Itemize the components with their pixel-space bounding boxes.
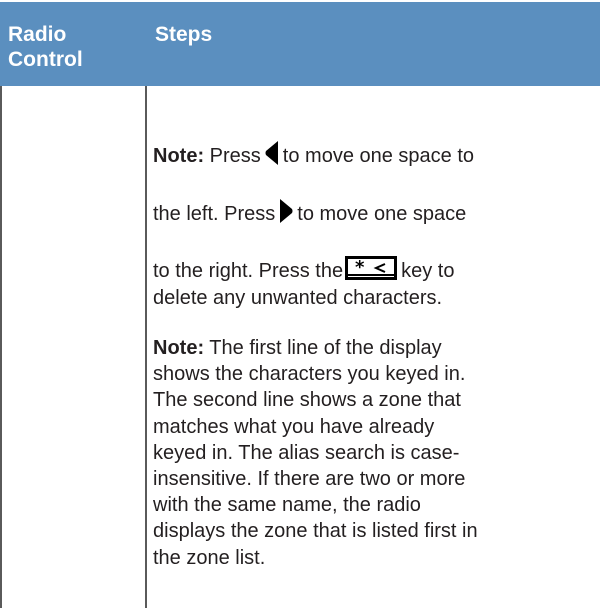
note2-line8: displays the zone that is listed first i… xyxy=(153,520,478,543)
note2-label: Note: xyxy=(153,337,205,359)
note1-text-left-press: the left. Press xyxy=(153,203,276,225)
note2-line5: keyed in. The alias search is case- xyxy=(153,441,460,464)
star-backspace-key-icon: * xyxy=(345,256,398,287)
column-divider xyxy=(145,86,147,608)
note2-line2: shows the characters you keyed in. xyxy=(153,363,466,386)
note1-line1: Note: Press to move one space to xyxy=(153,140,474,173)
note2-line1: Note: The first line of the display xyxy=(153,335,593,361)
left-arrow-icon xyxy=(265,140,279,173)
note2-line9: the zone list. xyxy=(153,546,266,569)
note2-line7: with the same name, the radio xyxy=(153,494,421,517)
table-header-row: Radio Control Steps xyxy=(0,0,600,86)
header-radio-control-line1: Radio xyxy=(8,23,67,46)
note1-text-key-to: key to xyxy=(401,260,455,282)
note2-text-1: The first line of the display xyxy=(204,337,442,359)
note2-line3: The second line shows a zone that xyxy=(153,389,461,412)
header-steps: Steps xyxy=(155,23,213,46)
svg-text:*: * xyxy=(355,257,365,278)
note-alias-search: Note: The first line of the display show… xyxy=(153,335,593,571)
note1-label: Note: xyxy=(153,145,205,167)
note2-line6: insensitive. If there are two or more xyxy=(153,468,466,491)
steps-table: Radio Control Steps Note: Press to move o… xyxy=(0,0,600,608)
note1-text-move-left: to move one space to xyxy=(282,145,475,167)
header-radio-control-line2: Control xyxy=(8,48,83,71)
note1-text-press: Press xyxy=(209,145,261,167)
right-arrow-icon xyxy=(279,198,293,231)
table-left-border xyxy=(0,86,2,608)
note1-text-move-right: to move one space xyxy=(297,203,467,225)
note1-line3: to the right. Press the * key to xyxy=(153,256,454,287)
note1-line2: the left. Press to move one space xyxy=(153,198,466,231)
header-radio-control: Radio Control xyxy=(8,22,128,72)
note1-text-right-press: to the right. Press the xyxy=(153,260,344,282)
note2-line4: matches what you have already xyxy=(153,415,435,438)
note1-line4: delete any unwanted characters. xyxy=(153,287,443,309)
